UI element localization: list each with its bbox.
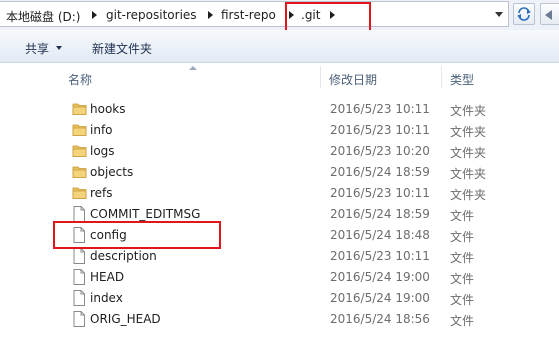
file-modified-date: 2016/5/23 10:11 — [330, 123, 430, 137]
file-modified-date: 2016/5/23 10:11 — [330, 186, 430, 200]
file-type: 文件 — [450, 209, 475, 223]
back-icon — [545, 10, 552, 20]
column-header-date[interactable]: 修改日期 — [321, 64, 441, 90]
breadcrumb-chevron-icon[interactable] — [330, 11, 335, 19]
address-box[interactable]: 本地磁盘 (D:) git-repositories first-repo .g… — [0, 1, 509, 27]
file-row[interactable]: index 2016/5/24 19:00 文件 — [60, 287, 559, 308]
back-button[interactable] — [540, 3, 559, 25]
file-row[interactable]: description 2016/5/23 10:11 文件 — [60, 245, 559, 266]
refresh-button[interactable] — [513, 3, 535, 25]
file-modified-date: 2016/5/23 10:20 — [330, 144, 430, 158]
file-name: description — [90, 249, 157, 263]
file-modified-date: 2016/5/23 10:11 — [330, 249, 430, 263]
column-type-label: 类型 — [450, 73, 475, 87]
file-row[interactable]: COMMIT_EDITMSG 2016/5/24 18:59 文件 — [60, 203, 559, 224]
file-name: objects — [90, 165, 134, 179]
file-type: 文件 — [450, 293, 475, 307]
column-header-type[interactable]: 类型 — [442, 64, 559, 90]
file-row[interactable]: hooks 2016/5/23 10:11 文件夹 — [60, 98, 559, 119]
file-name: logs — [90, 144, 115, 158]
file-name: config — [90, 228, 127, 242]
address-bar: 本地磁盘 (D:) git-repositories first-repo .g… — [0, 0, 559, 32]
file-modified-date: 2016/5/24 18:59 — [330, 207, 430, 221]
file-icon — [72, 227, 86, 243]
share-button[interactable]: 共享 — [25, 40, 49, 57]
file-modified-date: 2016/5/24 19:00 — [330, 270, 430, 284]
file-name: hooks — [90, 102, 126, 116]
file-type: 文件 — [450, 314, 475, 328]
folder-icon — [72, 122, 87, 138]
file-type: 文件 — [450, 230, 475, 244]
file-name: refs — [90, 186, 113, 200]
folder-icon — [72, 164, 87, 180]
column-date-label: 修改日期 — [329, 73, 378, 87]
file-type: 文件夹 — [450, 104, 487, 118]
new-folder-button[interactable]: 新建文件夹 — [92, 40, 152, 57]
folder-icon — [72, 101, 87, 117]
refresh-icon — [517, 7, 531, 21]
breadcrumb-git-repositories[interactable]: git-repositories — [106, 8, 197, 22]
file-type: 文件夹 — [450, 125, 487, 139]
folder-icon — [72, 143, 87, 159]
file-name: COMMIT_EDITMSG — [90, 207, 201, 221]
address-dropdown-icon[interactable] — [495, 12, 503, 17]
command-toolbar: 共享 新建文件夹 — [0, 30, 559, 63]
file-type: 文件 — [450, 251, 475, 265]
file-name: ORIG_HEAD — [90, 312, 161, 326]
file-modified-date: 2016/5/24 19:00 — [330, 291, 430, 305]
breadcrumb-first-repo[interactable]: first-repo — [221, 8, 276, 22]
file-name: HEAD — [90, 270, 125, 284]
file-type: 文件夹 — [450, 146, 487, 160]
column-name-label: 名称 — [68, 73, 93, 87]
file-row[interactable]: info 2016/5/23 10:11 文件夹 — [60, 119, 559, 140]
file-type: 文件夹 — [450, 167, 487, 181]
file-icon — [72, 290, 86, 306]
file-modified-date: 2016/5/24 18:48 — [330, 228, 430, 242]
file-modified-date: 2016/5/24 18:56 — [330, 312, 430, 326]
navigation-pane — [0, 64, 56, 341]
breadcrumb-chevron-icon[interactable] — [289, 11, 294, 19]
share-dropdown-icon[interactable] — [56, 46, 62, 50]
file-icon — [72, 206, 86, 222]
file-modified-date: 2016/5/23 10:11 — [330, 102, 430, 116]
breadcrumb-git[interactable]: .git — [301, 8, 320, 22]
breadcrumb-chevron-icon[interactable] — [208, 11, 213, 19]
breadcrumb-drive[interactable]: 本地磁盘 (D:) — [6, 8, 80, 25]
breadcrumb-chevron-icon[interactable] — [92, 11, 97, 19]
file-row[interactable]: logs 2016/5/23 10:20 文件夹 — [60, 140, 559, 161]
file-icon — [72, 248, 86, 264]
column-header-name[interactable]: 名称 — [60, 64, 320, 90]
file-row[interactable]: config 2016/5/24 18:48 文件 — [60, 224, 559, 245]
file-modified-date: 2016/5/24 18:59 — [330, 165, 430, 179]
file-type: 文件 — [450, 272, 475, 286]
file-row[interactable]: ORIG_HEAD 2016/5/24 18:56 文件 — [60, 308, 559, 329]
file-icon — [72, 269, 86, 285]
file-name: index — [90, 291, 123, 305]
file-type: 文件夹 — [450, 188, 487, 202]
file-row[interactable]: HEAD 2016/5/24 19:00 文件 — [60, 266, 559, 287]
file-row[interactable]: refs 2016/5/23 10:11 文件夹 — [60, 182, 559, 203]
file-row[interactable]: objects 2016/5/24 18:59 文件夹 — [60, 161, 559, 182]
file-name: info — [90, 123, 113, 137]
folder-icon — [72, 185, 87, 201]
file-icon — [72, 311, 86, 327]
